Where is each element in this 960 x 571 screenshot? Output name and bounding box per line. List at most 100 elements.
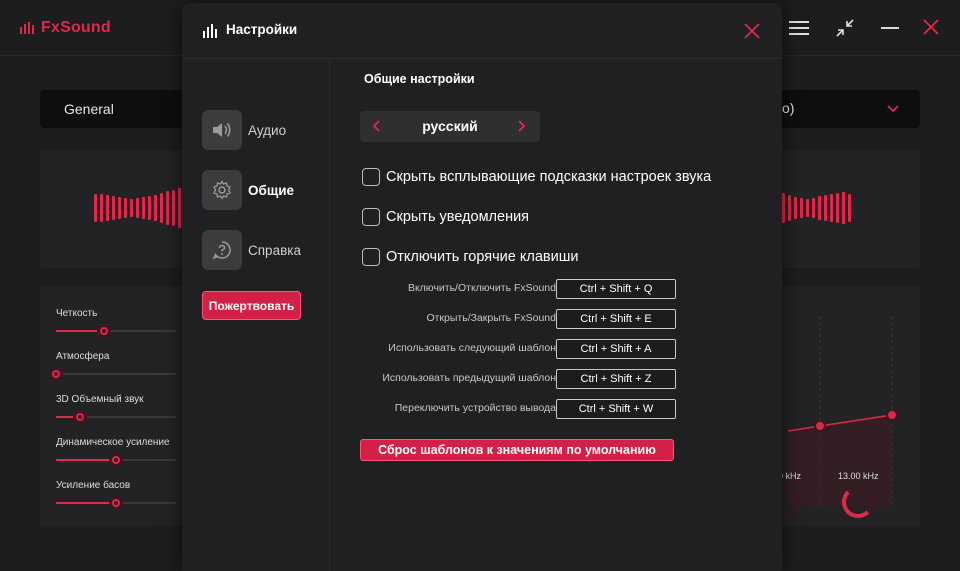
nav-audio-label: Аудио xyxy=(248,122,287,138)
disable-hotkeys-label: Отключить горячие клавиши xyxy=(386,249,579,265)
visualizer-bar xyxy=(782,193,785,223)
visualizer-bar xyxy=(830,194,833,222)
settings-title: Настройки xyxy=(226,22,298,37)
hotkey-label: Включить/Отключить FxSound xyxy=(407,282,556,294)
logo-bars-icon xyxy=(20,22,34,34)
general-settings-content: Общие настройки русский Скрыть всплывающ… xyxy=(330,60,782,571)
language-selector[interactable]: русский xyxy=(360,111,540,142)
effect-slider[interactable] xyxy=(56,453,176,467)
hide-notifications-label: Скрыть уведомления xyxy=(386,209,530,225)
chevron-right-icon[interactable] xyxy=(514,119,528,133)
donate-button[interactable]: Пожертвовать xyxy=(202,291,301,320)
hotkey-label: Использовать следующий шаблон xyxy=(388,342,556,354)
visualizer-bar xyxy=(824,195,827,221)
effect-slider-row: Четкость xyxy=(56,308,186,338)
visualizer-bar xyxy=(160,193,163,223)
effect-slider-row: Усиление басов xyxy=(56,480,186,510)
effect-slider-fill xyxy=(56,502,116,504)
chevron-down-icon[interactable] xyxy=(886,102,900,116)
close-icon[interactable] xyxy=(744,23,760,39)
section-title: Общие настройки xyxy=(364,72,475,86)
visualizer-bar xyxy=(100,194,103,222)
visualizer-bar xyxy=(130,199,133,217)
visualizer-bars-right xyxy=(782,188,851,228)
hide-tooltips-checkbox[interactable] xyxy=(362,168,380,186)
effect-slider[interactable] xyxy=(56,410,176,424)
disable-hotkeys-checkbox[interactable] xyxy=(362,248,380,266)
nav-help-label: Справка xyxy=(248,242,301,258)
effect-slider[interactable] xyxy=(56,496,176,510)
effect-slider-row: 3D Объемный звук xyxy=(56,394,186,424)
collapse-icon[interactable] xyxy=(835,18,855,38)
visualizer-bar xyxy=(118,197,121,219)
nav-icon-box xyxy=(202,230,242,270)
output-device-text: o) xyxy=(782,100,795,116)
hotkey-label: Переключить устройство вывода xyxy=(394,402,556,414)
effect-slider-knob[interactable] xyxy=(109,453,123,467)
hotkey-field[interactable]: Ctrl + Shift + W xyxy=(556,399,676,419)
minimize-icon[interactable] xyxy=(881,27,899,29)
settings-header: Настройки xyxy=(182,3,782,59)
effect-slider-row: Атмосфера xyxy=(49,351,186,381)
effect-label: Четкость xyxy=(56,308,98,319)
effect-label: Атмосфера xyxy=(56,351,110,362)
disable-hotkeys-checkbox-row[interactable]: Отключить горячие клавиши xyxy=(362,248,578,266)
language-value: русский xyxy=(422,118,478,134)
hotkey-row: Открыть/Закрыть FxSound Ctrl + Shift + E xyxy=(380,309,676,329)
settings-bars-icon xyxy=(203,24,217,38)
nav-general-label: Общие xyxy=(248,182,295,198)
visualizer-bar xyxy=(818,196,821,220)
eq-dial[interactable] xyxy=(842,486,874,518)
speaker-icon xyxy=(213,123,231,137)
hide-notifications-checkbox-row[interactable]: Скрыть уведомления xyxy=(362,208,529,226)
preset-label: General xyxy=(64,101,114,117)
app-logo-text: FxSound xyxy=(41,19,111,36)
nav-audio[interactable]: Аудио xyxy=(202,110,286,150)
effect-slider-knob[interactable] xyxy=(49,367,63,381)
visualizer-bars-left xyxy=(94,188,187,228)
effect-slider[interactable] xyxy=(56,324,176,338)
hide-notifications-checkbox[interactable] xyxy=(362,208,380,226)
hotkey-row: Использовать предыдущий шаблон Ctrl + Sh… xyxy=(380,369,676,389)
hotkey-field[interactable]: Ctrl + Shift + E xyxy=(556,309,676,329)
hotkey-field[interactable]: Ctrl + Shift + Q xyxy=(556,279,676,299)
visualizer-bar xyxy=(94,194,97,222)
visualizer-bar xyxy=(842,192,845,224)
hotkey-row: Включить/Отключить FxSound Ctrl + Shift … xyxy=(380,279,676,299)
visualizer-bar xyxy=(812,198,815,218)
hotkey-field[interactable]: Ctrl + Shift + A xyxy=(556,339,676,359)
hotkey-row: Переключить устройство вывода Ctrl + Shi… xyxy=(380,399,676,419)
visualizer-bar xyxy=(112,196,115,220)
visualizer-bar xyxy=(836,193,839,223)
effect-label: 3D Объемный звук xyxy=(56,394,144,405)
hide-tooltips-checkbox-row[interactable]: Скрыть всплывающие подсказки настроек зв… xyxy=(362,168,711,186)
nav-icon-box xyxy=(202,110,242,150)
help-icon xyxy=(212,241,231,260)
effect-slider-knob[interactable] xyxy=(97,324,111,338)
visualizer-bar xyxy=(788,195,791,221)
visualizer-bar xyxy=(148,196,151,220)
effect-slider-knob[interactable] xyxy=(109,496,123,510)
app-logo: FxSound xyxy=(20,19,111,37)
visualizer-bar xyxy=(154,195,157,221)
app-close-icon[interactable] xyxy=(922,18,940,36)
nav-icon-box xyxy=(202,170,242,210)
nav-help[interactable]: Справка xyxy=(202,230,301,270)
nav-general[interactable]: Общие xyxy=(202,170,294,210)
visualizer-bar xyxy=(794,197,797,219)
menu-icon[interactable] xyxy=(789,20,809,36)
effect-slider-knob[interactable] xyxy=(73,410,87,424)
visualizer-bar xyxy=(800,198,803,218)
hotkey-field[interactable]: Ctrl + Shift + Z xyxy=(556,369,676,389)
settings-dialog: Настройки Аудио Общие Справка Пожертвова… xyxy=(182,3,782,571)
effect-label: Динамическое усиление xyxy=(56,437,170,448)
hide-tooltips-label: Скрыть всплывающие подсказки настроек зв… xyxy=(386,169,712,185)
visualizer-bar xyxy=(124,198,127,218)
effect-slider-fill xyxy=(56,459,116,461)
visualizer-bar xyxy=(178,188,181,228)
gear-icon xyxy=(213,180,231,200)
visualizer-bar xyxy=(106,195,109,221)
reset-presets-button[interactable]: Сброс шаблонов к значениям по умолчанию xyxy=(360,439,674,461)
effect-slider-row: Динамическое усиление xyxy=(56,437,186,467)
effect-slider[interactable] xyxy=(49,367,176,381)
